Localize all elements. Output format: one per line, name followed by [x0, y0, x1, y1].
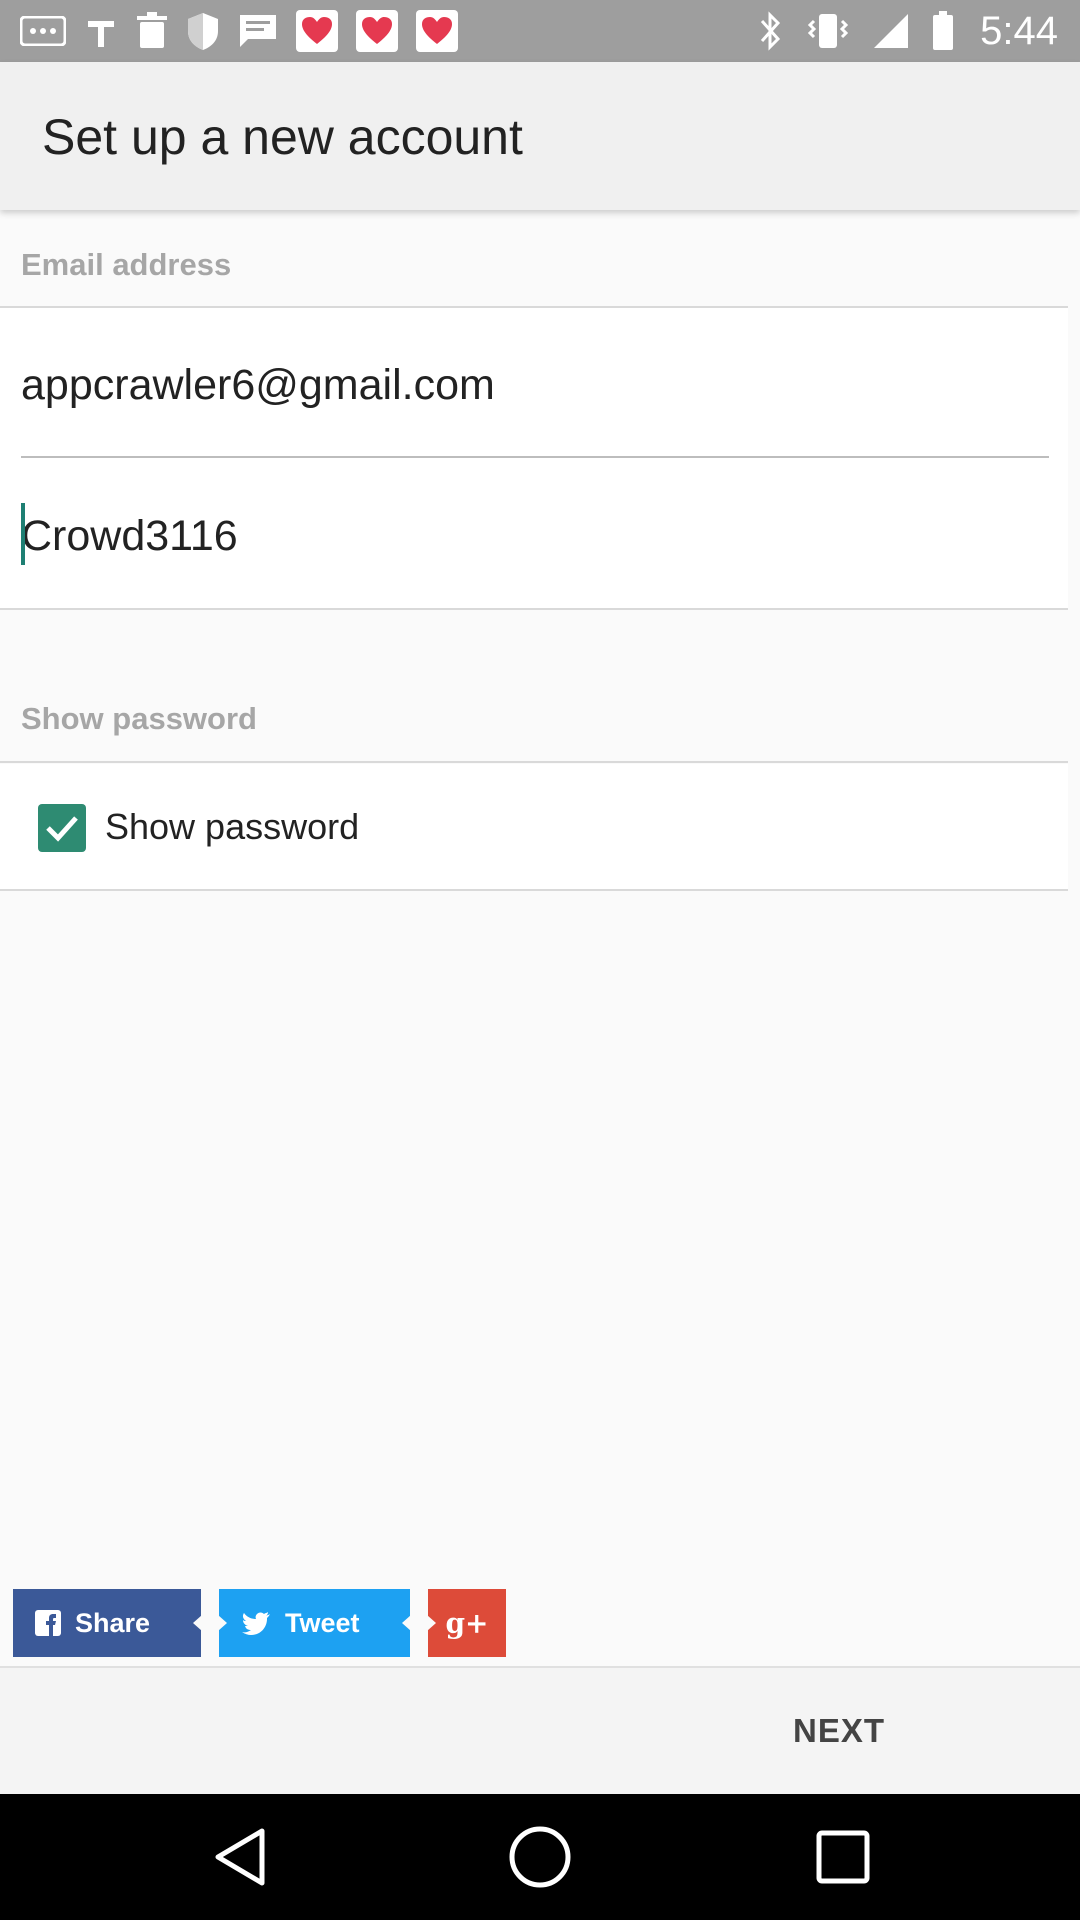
show-password-section-label: Show password	[21, 701, 257, 736]
google-plus-button[interactable]: g+	[427, 1589, 506, 1657]
bottom-bar: NEXT	[0, 1666, 1080, 1796]
password-field[interactable]: Crowd3116	[21, 512, 238, 561]
google-plus-icon: g+	[445, 1606, 489, 1640]
facebook-share-button[interactable]: Share	[13, 1589, 202, 1657]
twitter-icon	[242, 1612, 270, 1635]
more-icon	[20, 16, 66, 46]
divider	[0, 608, 1068, 610]
delete-icon	[136, 12, 168, 50]
fast-meet-icon	[296, 10, 338, 52]
next-button[interactable]: NEXT	[793, 1712, 885, 1750]
signal-icon	[872, 12, 910, 50]
divider	[0, 889, 1068, 891]
page-title: Set up a new account	[42, 109, 523, 165]
divider	[0, 761, 1068, 763]
account-form-card: appcrawler6@gmail.com Crowd3116	[0, 308, 1068, 608]
check-icon	[46, 816, 78, 842]
email-section-label: Email address	[21, 247, 232, 282]
vibrate-icon	[806, 11, 850, 51]
status-bar: 5:44	[0, 0, 1080, 62]
battery-icon	[932, 11, 954, 51]
text-cursor	[21, 503, 25, 565]
show-password-checkbox[interactable]	[38, 804, 86, 852]
fast-meet-icon	[356, 10, 398, 52]
app-bar: Set up a new account	[0, 62, 1080, 210]
share-bar: Share Tweet g+	[13, 1589, 506, 1657]
back-icon[interactable]	[205, 1822, 275, 1892]
recents-icon[interactable]	[808, 1822, 878, 1892]
email-field-underline	[21, 456, 1049, 458]
show-password-row[interactable]: Show password	[0, 764, 1068, 890]
system-icons: 5:44	[758, 8, 1058, 54]
shield-icon	[186, 11, 220, 51]
bluetooth-icon	[758, 11, 784, 51]
twitter-tweet-label: Tweet	[285, 1607, 360, 1638]
show-password-label: Show password	[105, 806, 360, 847]
fast-meet-icon	[416, 10, 458, 52]
twitter-tweet-button[interactable]: Tweet	[218, 1589, 411, 1657]
clock: 5:44	[980, 8, 1058, 53]
email-field[interactable]: appcrawler6@gmail.com	[21, 361, 495, 410]
home-icon[interactable]	[505, 1822, 575, 1892]
system-navigation-bar	[0, 1794, 1080, 1920]
thumb-icon	[84, 13, 118, 49]
notification-icons	[20, 8, 458, 54]
message-icon	[238, 13, 278, 49]
facebook-icon	[35, 1610, 61, 1636]
facebook-share-label: Share	[75, 1607, 151, 1638]
